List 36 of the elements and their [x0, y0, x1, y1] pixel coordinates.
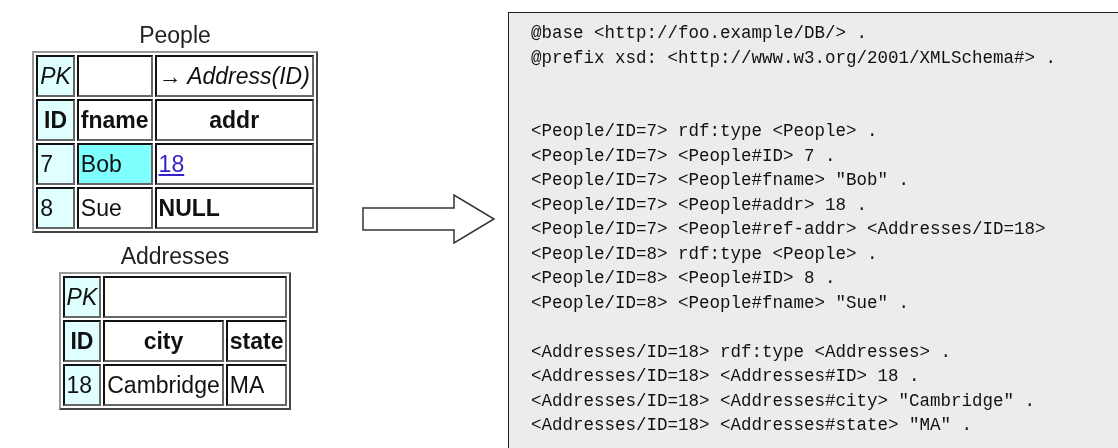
- code-line: <People/ID=7> <People#addr> 18 .: [531, 193, 869, 217]
- code-line: <Addresses/ID=18> <Addresses#ID> 18 .: [531, 365, 921, 388]
- code-line: @prefix xsd: <http://www.w3.org/2001/XMLSchema#> .: [531, 46, 1058, 70]
- code-line: <People/ID=7> <People#ref-addr> <Addresses/ID=18>: [531, 218, 1047, 241]
- table-cell: MA: [225, 364, 288, 406]
- annotation-cell: PK: [62, 276, 102, 318]
- code-line: <People/ID=7> <People#ID> 7 .: [531, 144, 837, 168]
- table-cell[interactable]: 18: [154, 143, 314, 185]
- code-line: <People/ID=7> rdf:type <People> .: [531, 120, 879, 143]
- table-cell: NULL: [154, 187, 314, 229]
- table-cell: 7: [36, 143, 75, 185]
- code-line: <People/ID=8> <People#ID> 8 .: [531, 267, 837, 290]
- table-caption: People: [139, 22, 211, 49]
- code-line: <Addresses/ID=18> rdf:type <Addresses> .: [531, 340, 953, 364]
- link[interactable]: 18: [158, 150, 185, 177]
- table-caption: Addresses: [120, 243, 230, 270]
- table-cell: 18: [62, 364, 102, 406]
- column-header: ID: [62, 320, 102, 362]
- column-header: state: [225, 320, 288, 362]
- code-line: @base <http://foo.example/DB/> .: [531, 22, 869, 45]
- code-line: <People/ID=8> <People#fname> "Sue" .: [531, 291, 911, 315]
- annotation-cell: PK: [36, 55, 75, 97]
- code-line: <People/ID=8> rdf:type <People> .: [531, 242, 879, 266]
- table-cell: Cambridge: [103, 364, 224, 406]
- column-header: city: [103, 320, 224, 362]
- code-line: <Addresses/ID=18> <Addresses#state> "MA" .: [531, 414, 974, 437]
- arrow-icon: [362, 194, 496, 244]
- table-cell: 8: [36, 187, 75, 229]
- column-header: ID: [36, 99, 75, 141]
- annotation-cell: → Address(ID): [154, 55, 314, 97]
- column-header: fname: [76, 99, 153, 141]
- column-header: addr: [154, 99, 314, 141]
- table-cell: Bob: [76, 143, 153, 185]
- table-cell: Sue: [76, 187, 153, 229]
- code-line: <People/ID=7> <People#fname> "Bob" .: [531, 169, 911, 192]
- code-line: <Addresses/ID=18> <Addresses#city> "Cambridge" .: [531, 389, 1037, 413]
